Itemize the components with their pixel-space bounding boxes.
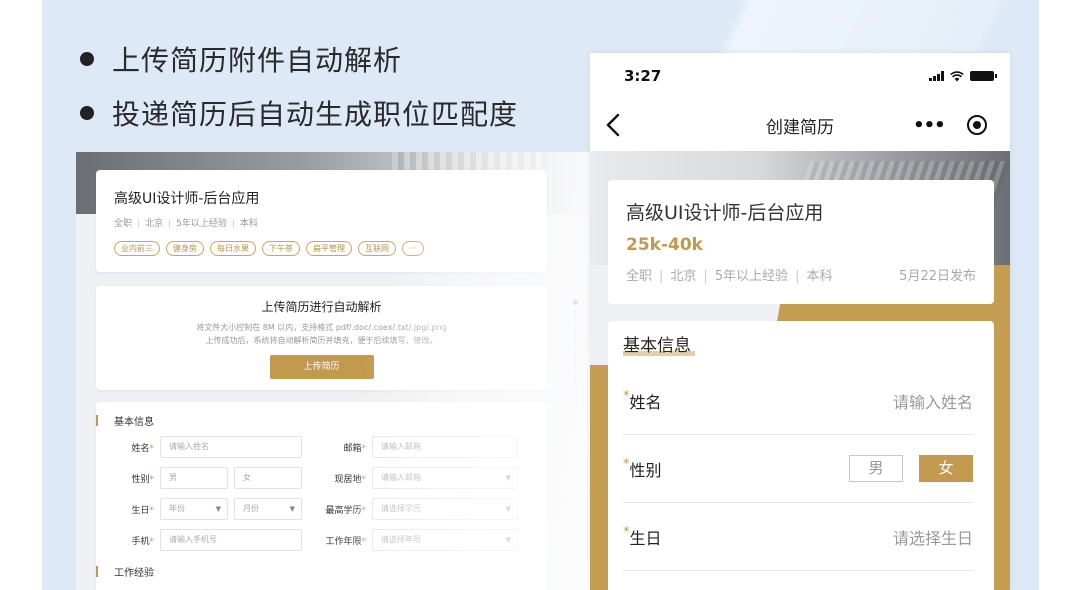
status-icons (929, 70, 997, 82)
scroll-knob[interactable] (573, 300, 578, 305)
desktop-job-title: 高级UI设计师-后台应用 (114, 191, 260, 207)
work-years-select[interactable]: 请选择年限 ▼ (372, 529, 518, 551)
work-years-row: 工作年限* 请选择年限 ▼ (316, 529, 518, 551)
gender-male-button[interactable]: 男 (849, 455, 903, 482)
chevron-down-icon: ▼ (215, 505, 221, 513)
location-row: 现居地* 请输入邮箱 ▼ (316, 467, 518, 489)
job-tag: 互联网 (358, 241, 396, 256)
bullet-text: 上传简历附件自动解析 (112, 44, 403, 77)
education-select[interactable]: 请选择学历 ▼ (372, 498, 518, 520)
phone-name-row[interactable]: *姓名 请输入姓名 (623, 367, 973, 435)
job-tag: 健身房 (166, 241, 204, 256)
chevron-down-icon: ▼ (289, 505, 295, 513)
mini-program-capsule: ••• (902, 109, 998, 141)
section-basic-info: 基本信息 (96, 412, 547, 428)
phone-job-title: 高级UI设计师-后台应用 (626, 202, 824, 224)
phone-input[interactable]: 请输入手机号 (160, 529, 302, 551)
desktop-job-meta: 全职 | 北京 | 5年以上经验 | 本科 (114, 219, 258, 229)
section-work-experience: 工作经验 (96, 564, 154, 579)
scroll-track (575, 310, 576, 390)
battery-icon (970, 71, 997, 81)
gender-female-button[interactable]: 女 (919, 455, 973, 482)
name-row: 姓名* 请输入姓名 (104, 436, 302, 458)
back-arrow-icon[interactable] (602, 111, 626, 139)
close-target-icon[interactable] (966, 115, 987, 135)
nav-title: 创建简历 (766, 117, 834, 138)
desktop-preview: 高级UI设计师-后台应用 全职 | 北京 | 5年以上经验 | 本科 业内前三 健身房 每日… (76, 152, 592, 590)
phone-job-salary: 25k-40k (626, 235, 703, 255)
desktop-form-card: 基本信息 姓名* 请输入姓名 邮箱* 请输入邮箱 性别* 男 女 现居地* 请输… (96, 402, 547, 590)
phone-form-card: 基本信息 *姓名 请输入姓名 *性别 男 女 *生日 请选择生日 (608, 321, 994, 590)
job-tag: 每日水果 (210, 241, 256, 256)
bullet-item: 上传简历附件自动解析 (80, 32, 518, 86)
birth-year-select[interactable]: 年份 ▼ (160, 498, 228, 520)
phone-birth-picker[interactable]: 请选择生日 (893, 525, 973, 549)
more-icon[interactable]: ••• (913, 115, 946, 136)
desktop-upload-card: 上传简历进行自动解析 将文件大小控制在 8M 以内，支持格式 pdf/.doc/… (96, 286, 547, 390)
phone-preview: 3:27 创建简历 ••• 高级UI设计师-后台应用 25k-40k 全职 | 北京… (590, 53, 1010, 590)
chevron-down-icon: ▼ (505, 474, 511, 482)
gender-row: 性别* 男 女 (104, 467, 302, 489)
job-tag: 业内前三 (114, 241, 160, 256)
job-tag: 扁平管理 (306, 241, 352, 256)
email-input[interactable]: 请输入邮箱 (372, 436, 518, 458)
chevron-down-icon: ▼ (505, 536, 511, 544)
phone-gender-row: *性别 男 女 (623, 435, 973, 503)
upload-title: 上传简历进行自动解析 (261, 300, 382, 314)
phone-job-meta: 全职 | 北京 | 5年以上经验 | 本科 5月22日发布 (626, 265, 976, 284)
name-input[interactable]: 请输入姓名 (160, 436, 302, 458)
birth-row: 生日* 年份 ▼ 月份 ▼ (104, 498, 302, 520)
birth-month-select[interactable]: 月份 ▼ (234, 498, 302, 520)
more-tags-button[interactable]: ··· (402, 241, 424, 256)
chevron-down-icon: ▼ (505, 505, 511, 513)
desktop-job-card: 高级UI设计师-后台应用 全职 | 北京 | 5年以上经验 | 本科 业内前三 健身房 每日… (96, 170, 547, 272)
location-select[interactable]: 请输入邮箱 ▼ (372, 467, 518, 489)
gender-female-option[interactable]: 女 (234, 467, 302, 489)
bullet-dot-icon (80, 106, 94, 120)
bullet-text: 投递简历后自动生成职位匹配度 (112, 98, 519, 131)
phone-name-input[interactable]: 请输入姓名 (893, 389, 973, 413)
signal-icon (929, 71, 944, 81)
nav-bar: 创建简历 ••• (590, 99, 1010, 151)
wifi-icon (950, 70, 964, 81)
desktop-job-tags: 业内前三 健身房 每日水果 下午茶 扁平管理 互联网 ··· (114, 241, 529, 256)
desktop-scroll-indicator[interactable] (570, 292, 582, 392)
email-row: 邮箱* 请输入邮箱 (316, 436, 518, 458)
phone-job-date: 5月22日发布 (899, 269, 976, 284)
upload-hint: 将文件大小控制在 8M 以内，支持格式 pdf/.doc/.coex/.txt/… (196, 323, 447, 345)
job-tag: 下午茶 (262, 241, 300, 256)
education-row: 最高学历* 请选择学历 ▼ (316, 498, 518, 520)
bullet-dot-icon (80, 52, 94, 66)
gender-male-option[interactable]: 男 (160, 467, 228, 489)
phone-birth-row[interactable]: *生日 请选择生日 (623, 503, 973, 571)
bullet-item: 投递简历后自动生成职位匹配度 (80, 86, 518, 140)
status-bar: 3:27 (590, 53, 1010, 99)
feature-bullets: 上传简历附件自动解析 投递简历后自动生成职位匹配度 (80, 32, 518, 140)
status-time: 3:27 (624, 67, 662, 85)
gender-toggle: 男 女 (849, 455, 973, 482)
phone-section-basic-info: 基本信息 (623, 336, 691, 356)
phone-job-card: 高级UI设计师-后台应用 25k-40k 全职 | 北京 | 5年以上经验 | 本科 5月2… (608, 180, 994, 304)
upload-resume-button[interactable]: 上传简历 (269, 355, 374, 379)
phone-row: 手机* 请输入手机号 (104, 529, 302, 551)
